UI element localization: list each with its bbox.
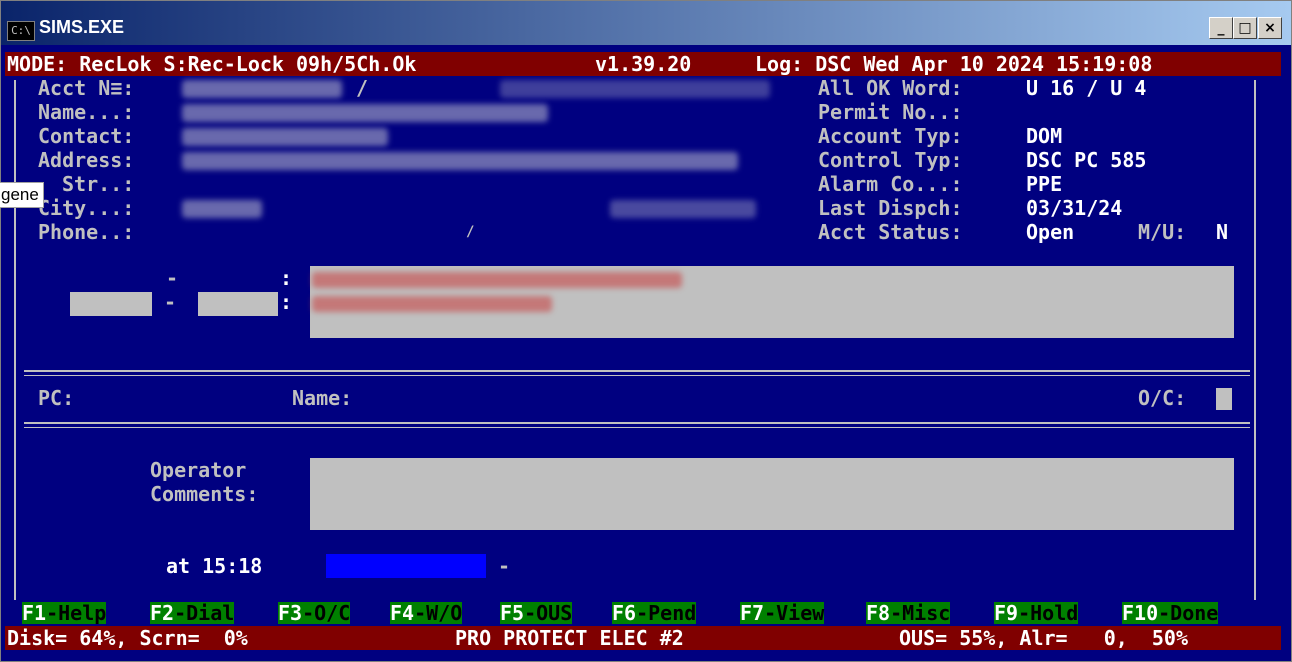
contact-value-redacted — [182, 128, 388, 146]
permit-no-label: Permit No..: — [818, 100, 963, 124]
at-time-text: at 15:18 — [166, 554, 263, 578]
mv-label: M/U: — [1138, 220, 1187, 244]
top-status-bar: MODE: RecLok S:Rec-Lock 09h/5Ch.Ok v1.39… — [5, 52, 1281, 76]
phone-area-field[interactable] — [70, 292, 152, 316]
acct-separator: / — [356, 76, 369, 100]
f7-view-key[interactable]: F7-View — [740, 602, 825, 624]
all-ok-word-value: U 16 / U 4 — [1026, 76, 1147, 100]
maximize-button[interactable]: □ — [1233, 17, 1257, 39]
phone-separator: / — [466, 224, 475, 240]
time-entry-field[interactable] — [326, 554, 486, 578]
state-value-redacted — [610, 200, 756, 218]
acct-number-redacted — [182, 80, 342, 98]
divider-2 — [24, 422, 1250, 424]
f6-pend-key[interactable]: F6-Pend — [612, 602, 697, 624]
phone-label: Phone..: — [38, 220, 135, 244]
account-notes-field[interactable] — [310, 266, 1234, 338]
phone-colon-top: : — [280, 266, 293, 290]
f10-done-key[interactable]: F10-Done — [1122, 602, 1219, 624]
mode-text: MODE: RecLok S:Rec-Lock 09h/5Ch.Ok — [7, 52, 417, 76]
address-value-redacted — [182, 152, 738, 170]
comments-label: Comments: — [150, 482, 259, 506]
frame-left — [14, 80, 16, 600]
version-text: v1.39.20 — [595, 52, 692, 76]
contact-label: Contact: — [38, 124, 135, 148]
city-value-redacted — [182, 200, 262, 218]
operator-label: Operator — [150, 458, 247, 482]
mv-value: N — [1216, 220, 1229, 244]
f1-help-key[interactable]: F1-Help — [22, 602, 107, 624]
phone-colon-bottom: : — [280, 290, 293, 314]
acct-label: Acct N≡: — [38, 76, 135, 100]
f2-dial-key[interactable]: F2-Dial — [150, 602, 235, 624]
frame-right — [1254, 80, 1256, 600]
time-dash: - — [498, 554, 511, 578]
account-type-label: Account Typ: — [818, 124, 963, 148]
minimize-button[interactable]: _ — [1209, 17, 1233, 39]
name-value-redacted — [182, 104, 548, 122]
pc-name-label: Name: — [292, 386, 353, 410]
f8-misc-key[interactable]: F8-Misc — [866, 602, 951, 624]
notes-line-2-redacted — [312, 296, 552, 312]
operator-comments-field[interactable] — [310, 458, 1234, 530]
f3-oc-key[interactable]: F3-O/C — [278, 602, 351, 624]
phone-dash-bottom: - — [164, 290, 177, 314]
divider-2b — [24, 427, 1250, 428]
ous-alarm-status: OUS= 55%, Alr= 0, 50% — [899, 626, 1188, 650]
city-label: City...: — [38, 196, 135, 220]
alarm-co-value: PPE — [1026, 172, 1063, 196]
phone-number-field[interactable] — [198, 292, 278, 316]
control-type-value: DSC PC 585 — [1026, 148, 1147, 172]
acct-status-label: Acct Status: — [818, 220, 963, 244]
window-title: SIMS.EXE — [39, 17, 125, 37]
oc-field[interactable] — [1216, 388, 1232, 410]
last-dispatch-value: 03/31/24 — [1026, 196, 1123, 220]
phone-dash-top: - — [166, 266, 179, 290]
oc-label: O/C: — [1138, 386, 1187, 410]
notes-line-1-redacted — [312, 272, 682, 288]
alarm-co-label: Alarm Co...: — [818, 172, 963, 196]
pc-label: PC: — [38, 386, 75, 410]
company-name: PRO PROTECT ELEC #2 — [455, 626, 684, 650]
divider-1 — [24, 370, 1250, 372]
close-button[interactable]: × — [1258, 17, 1282, 39]
f5-ous-key[interactable]: F5-OUS — [500, 602, 573, 624]
address-label: Address: — [38, 148, 135, 172]
all-ok-word-label: All OK Word: — [818, 76, 963, 100]
f9-hold-key[interactable]: F9-Hold — [994, 602, 1079, 624]
str-label: Str..: — [62, 172, 135, 196]
local-time-redacted — [500, 80, 770, 98]
divider-1b — [24, 375, 1250, 376]
name-label: Name...: — [38, 100, 135, 124]
acct-status-value: Open — [1026, 220, 1075, 244]
bottom-status-bar: Disk= 64%, Scrn= 0% PRO PROTECT ELEC #2 … — [5, 626, 1281, 650]
tooltip: gene — [0, 182, 44, 208]
console-icon[interactable]: C:\ — [7, 21, 35, 41]
disk-status: Disk= 64%, Scrn= 0% — [7, 626, 248, 650]
f4-wo-key[interactable]: F4-W/O — [390, 602, 463, 624]
account-type-value: DOM — [1026, 124, 1063, 148]
title-bar[interactable]: C:\ SIMS.EXE _ □ × — [1, 1, 1291, 45]
control-type-label: Control Typ: — [818, 148, 963, 172]
log-text: Log: DSC Wed Apr 10 2024 15:19:08 — [755, 52, 1153, 76]
last-dispatch-label: Last Dispch: — [818, 196, 963, 220]
